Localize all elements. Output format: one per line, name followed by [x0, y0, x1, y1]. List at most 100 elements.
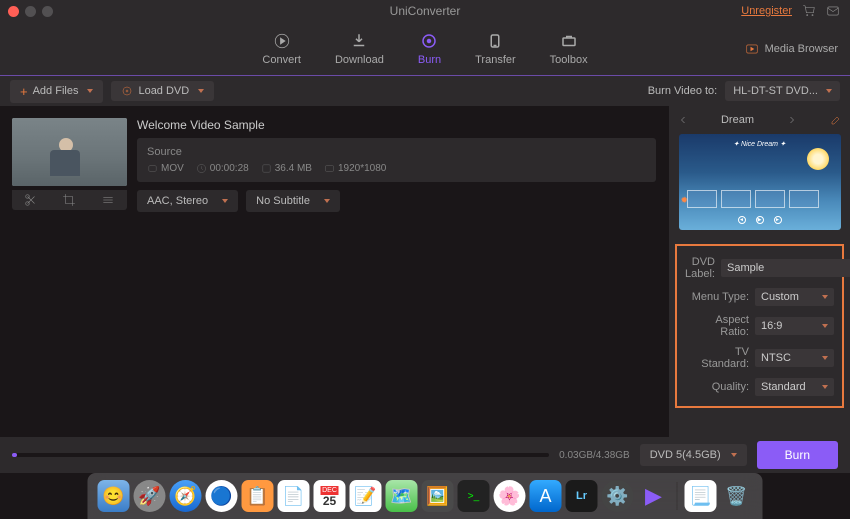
theme-prev-button[interactable]	[677, 114, 689, 126]
theme-edit-icon[interactable]	[830, 114, 842, 126]
tab-toolbox[interactable]: Toolbox	[550, 32, 588, 66]
tab-label: Toolbox	[550, 54, 588, 66]
video-duration: 00:00:28	[210, 163, 249, 174]
thumbnail-tools	[12, 190, 127, 210]
main-tabs: Convert Download Burn Transfer Toolbox M…	[0, 22, 850, 76]
video-format: MOV	[161, 163, 184, 174]
video-size: 36.4 MB	[275, 163, 312, 174]
dock-lightroom[interactable]: Lr	[566, 480, 598, 512]
dock-app1[interactable]: 📋	[242, 480, 274, 512]
menu-type-select[interactable]: Custom	[755, 288, 834, 306]
dvd-label-label: DVD Label:	[685, 256, 721, 280]
dock-appstore[interactable]: A	[530, 480, 562, 512]
mail-icon[interactable]	[826, 4, 840, 18]
media-browser-button[interactable]: Media Browser	[745, 42, 838, 56]
video-list: Welcome Video Sample Source MOV 00:00:28…	[0, 106, 668, 446]
dock-doc[interactable]: 📃	[685, 480, 717, 512]
titlebar: UniConverter Unregister	[0, 0, 850, 22]
app-title: UniConverter	[390, 4, 461, 18]
dock-trash[interactable]: 🗑️	[721, 480, 753, 512]
tab-transfer[interactable]: Transfer	[475, 32, 516, 66]
dock-notes[interactable]: 📝	[350, 480, 382, 512]
burn-to-label: Burn Video to:	[648, 85, 718, 97]
theme-nav: Dream	[669, 106, 850, 134]
disc-value: DVD 5(4.5GB)	[650, 449, 721, 461]
theme-name: Dream	[721, 114, 754, 126]
dock-finder[interactable]: 😊	[98, 480, 130, 512]
source-box: Source MOV 00:00:28 36.4 MB 1920*1080	[137, 138, 656, 182]
video-title: Welcome Video Sample	[137, 118, 656, 132]
subtitle-value: No Subtitle	[256, 195, 310, 207]
dock-terminal[interactable]: >_	[458, 480, 490, 512]
preview-title: ✦ Nice Dream ✦	[733, 140, 786, 148]
menu-type-label: Menu Type:	[685, 291, 755, 303]
theme-preview[interactable]: ✦ Nice Dream ✦ ✹ ◄ ▶ ►	[679, 134, 841, 230]
minimize-window-button[interactable]	[25, 6, 36, 17]
video-resolution: 1920*1080	[338, 163, 386, 174]
tab-label: Transfer	[475, 54, 516, 66]
dock-settings[interactable]: ⚙️	[602, 480, 634, 512]
chevron-down-icon	[822, 385, 828, 389]
settings-icon[interactable]	[101, 193, 115, 207]
cart-icon[interactable]	[802, 4, 816, 18]
tab-download[interactable]: Download	[335, 32, 384, 66]
chevron-down-icon	[198, 89, 204, 93]
dock-safari[interactable]: 🧭	[170, 480, 202, 512]
dock-launchpad[interactable]: 🚀	[134, 480, 166, 512]
drive-select[interactable]: HL-DT-ST DVD...	[725, 81, 840, 101]
subtitle-select[interactable]: No Subtitle	[246, 190, 340, 212]
progress-fill	[12, 453, 17, 457]
audio-track-select[interactable]: AAC, Stereo	[137, 190, 238, 212]
dock-preview[interactable]: 🖼️	[422, 480, 454, 512]
dvd-settings: DVD Label: Menu Type: Custom Aspect Rati…	[675, 244, 844, 408]
tab-label: Convert	[262, 54, 301, 66]
unregister-link[interactable]: Unregister	[741, 5, 792, 17]
next-icon[interactable]: ►	[774, 216, 782, 224]
aspect-ratio-select[interactable]: 16:9	[755, 317, 834, 335]
progress-text: 0.03GB/4.38GB	[559, 450, 630, 461]
drive-value: HL-DT-ST DVD...	[733, 85, 818, 97]
bottom-bar: 0.03GB/4.38GB DVD 5(4.5GB) Burn	[0, 437, 850, 473]
tab-label: Download	[335, 54, 384, 66]
chevron-down-icon	[731, 453, 737, 457]
window-controls	[8, 6, 53, 17]
dock-chrome[interactable]: 🔵	[206, 480, 238, 512]
play-icon[interactable]: ▶	[756, 216, 764, 224]
media-browser-label: Media Browser	[765, 43, 838, 55]
preview-controls: ◄ ▶ ►	[738, 216, 782, 224]
main-area: Welcome Video Sample Source MOV 00:00:28…	[0, 106, 850, 446]
dock-textedit[interactable]: 📄	[278, 480, 310, 512]
crop-icon[interactable]	[62, 193, 76, 207]
burn-button[interactable]: Burn	[757, 441, 838, 469]
sun-graphic	[807, 148, 829, 170]
tv-standard-select[interactable]: NTSC	[755, 349, 834, 367]
tab-convert[interactable]: Convert	[262, 32, 301, 66]
chevron-down-icon	[324, 199, 330, 203]
close-window-button[interactable]	[8, 6, 19, 17]
dock-maps[interactable]: 🗺️	[386, 480, 418, 512]
load-dvd-button[interactable]: Load DVD	[111, 81, 214, 101]
add-files-button[interactable]: + Add Files	[10, 80, 103, 103]
add-files-label: Add Files	[33, 85, 79, 97]
video-thumbnail-block	[12, 118, 127, 434]
dock-play[interactable]: ▶	[638, 480, 670, 512]
chevron-down-icon	[826, 89, 832, 93]
chevron-down-icon	[822, 356, 828, 360]
trim-icon[interactable]	[24, 193, 38, 207]
quality-select[interactable]: Standard	[755, 378, 834, 396]
tab-burn[interactable]: Burn	[418, 32, 441, 66]
maximize-window-button[interactable]	[42, 6, 53, 17]
audio-value: AAC, Stereo	[147, 195, 208, 207]
prev-icon[interactable]: ◄	[738, 216, 746, 224]
dock-photos[interactable]: 🌸	[494, 480, 526, 512]
disc-type-select[interactable]: DVD 5(4.5GB)	[640, 444, 747, 466]
video-thumbnail[interactable]	[12, 118, 127, 186]
dock-calendar[interactable]: DEC25	[314, 480, 346, 512]
progress-bar[interactable]	[12, 453, 549, 457]
dock-separator	[677, 482, 678, 510]
chevron-down-icon	[822, 324, 828, 328]
preview-frames	[687, 190, 819, 208]
source-label: Source	[147, 146, 646, 158]
dvd-label-input[interactable]	[721, 259, 850, 277]
theme-next-button[interactable]	[786, 114, 798, 126]
